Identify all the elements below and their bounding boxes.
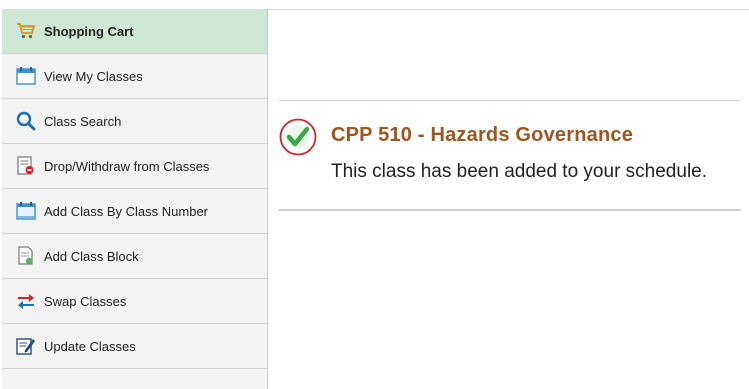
- sidebar-nav: Shopping Cart View My Classes Class Sear…: [2, 9, 268, 389]
- edit-document-icon: [16, 336, 36, 356]
- calendar-icon: [16, 66, 36, 86]
- sidebar-item-label: Drop/Withdraw from Classes: [44, 158, 210, 174]
- message-top-divider: [279, 100, 741, 101]
- sidebar-item-label: Shopping Cart: [44, 23, 134, 39]
- sidebar-item-class-search[interactable]: Class Search: [2, 99, 267, 144]
- document-block-icon: [16, 246, 36, 266]
- sidebar-item-update-classes[interactable]: Update Classes: [2, 324, 267, 369]
- drop-document-icon: [16, 156, 36, 176]
- sidebar-item-drop-withdraw[interactable]: Drop/Withdraw from Classes: [2, 144, 267, 189]
- sidebar-item-label: Add Class By Class Number: [44, 203, 208, 219]
- sidebar-item-label: View My Classes: [44, 68, 143, 84]
- calendar-add-icon: [16, 201, 36, 221]
- course-title: CPP 510 - Hazards Governance: [331, 124, 634, 146]
- magnifier-icon: [16, 111, 36, 131]
- sidebar-item-swap-classes[interactable]: Swap Classes: [2, 279, 267, 324]
- sidebar-item-label: Update Classes: [44, 338, 136, 354]
- message-bottom-divider: [279, 209, 741, 211]
- sidebar-item-label: Swap Classes: [44, 293, 127, 309]
- sidebar-item-view-my-classes[interactable]: View My Classes: [2, 54, 267, 99]
- sidebar-item-add-class-by-number[interactable]: Add Class By Class Number: [2, 189, 267, 234]
- success-check-icon: [279, 118, 317, 161]
- sidebar-item-label: Class Search: [44, 113, 122, 129]
- sidebar-item-shopping-cart[interactable]: Shopping Cart: [2, 9, 267, 54]
- status-message: This class has been added to your schedu…: [331, 161, 708, 182]
- swap-arrows-icon: [16, 291, 36, 311]
- top-divider: [268, 9, 749, 10]
- shopping-cart-icon: [16, 21, 36, 41]
- sidebar-item-add-class-block[interactable]: Add Class Block: [2, 234, 267, 279]
- sidebar-item-label: Add Class Block: [44, 248, 139, 264]
